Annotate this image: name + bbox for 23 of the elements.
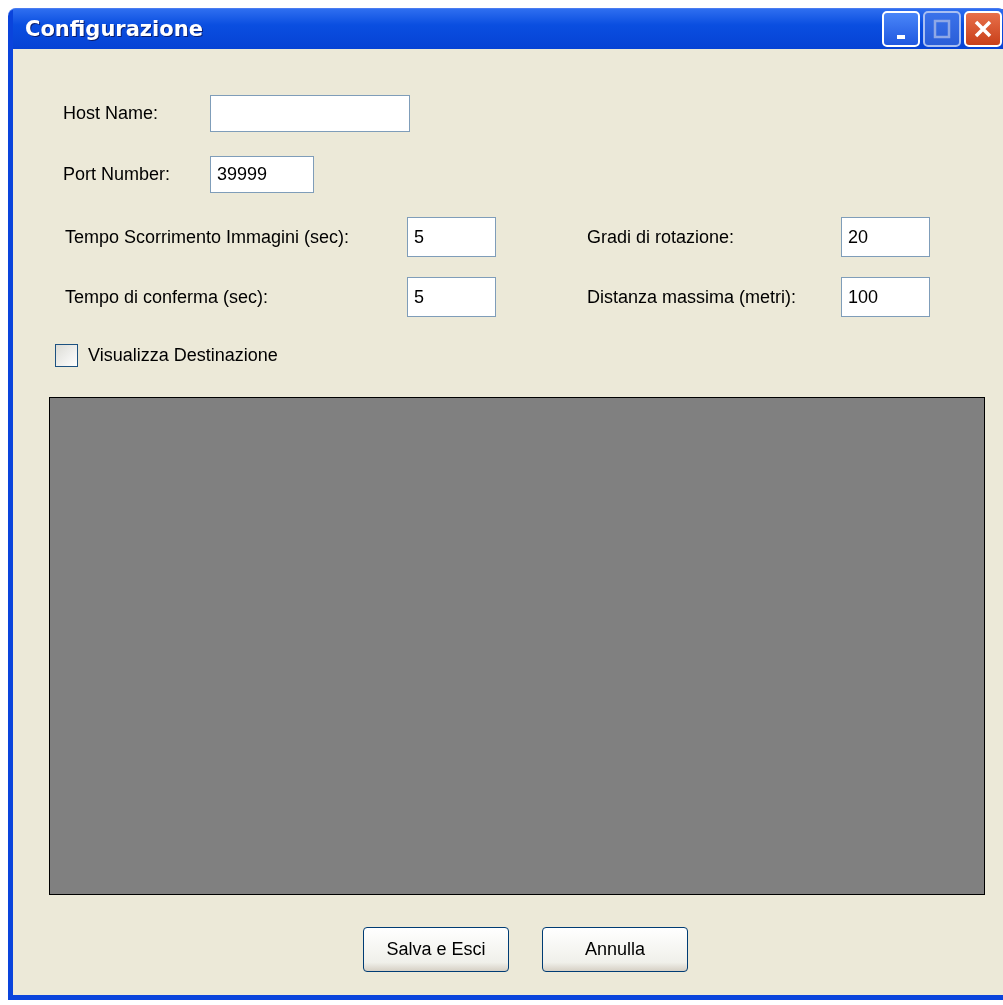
- minimize-icon: [897, 35, 905, 39]
- input-field[interactable]: 39999: [210, 156, 314, 193]
- maximize-icon: [933, 19, 951, 39]
- dialog-button[interactable]: Annulla: [542, 927, 688, 972]
- checkbox-label: Visualizza Destinazione: [88, 345, 278, 366]
- input-field[interactable]: [210, 95, 410, 132]
- field-label: Host Name:: [63, 103, 160, 124]
- maximize-button[interactable]: [923, 11, 961, 47]
- input-field[interactable]: 100: [841, 277, 930, 317]
- field-label: Distanza massima (metri):: [587, 286, 798, 308]
- close-button[interactable]: [964, 11, 1002, 47]
- checkbox[interactable]: [55, 344, 78, 367]
- close-icon: [973, 19, 993, 39]
- field-label: Port Number:: [63, 164, 172, 185]
- input-field[interactable]: 5: [407, 217, 496, 257]
- field-label: Gradi di rotazione:: [587, 226, 736, 248]
- field-label: Tempo di conferma (sec):: [65, 286, 270, 308]
- input-field[interactable]: 20: [841, 217, 930, 257]
- field-label: Tempo Scorrimento Immagini (sec):: [65, 226, 351, 248]
- window-title: Configurazione: [25, 17, 203, 41]
- input-field[interactable]: 5: [407, 277, 496, 317]
- dialog-button[interactable]: Salva e Esci: [363, 927, 509, 972]
- minimize-button[interactable]: [882, 11, 920, 47]
